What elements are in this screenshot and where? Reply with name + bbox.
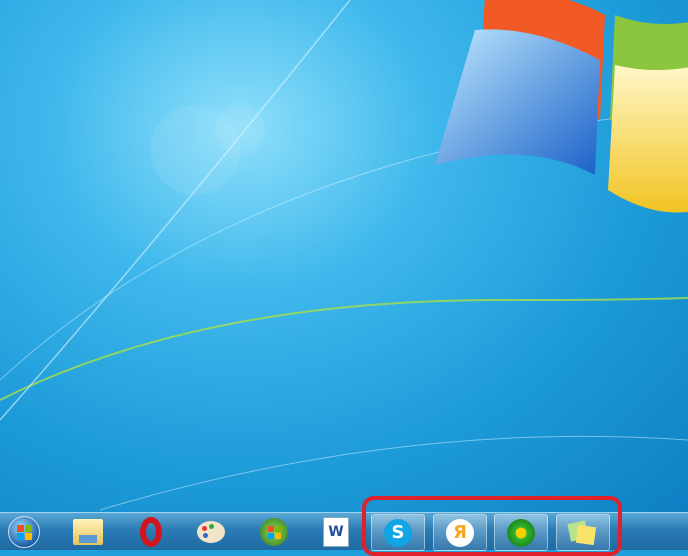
taskbar-media-center[interactable] bbox=[256, 515, 292, 549]
windows-logo bbox=[435, 0, 688, 213]
taskbar-paint[interactable] bbox=[193, 515, 229, 549]
highlight-rectangle bbox=[362, 496, 622, 556]
word-icon: W bbox=[323, 517, 349, 547]
palette-icon bbox=[197, 521, 225, 543]
folder-icon bbox=[73, 519, 103, 545]
taskbar-opera[interactable] bbox=[133, 515, 169, 549]
windows-media-icon bbox=[260, 518, 288, 546]
taskbar-word[interactable]: W bbox=[318, 515, 354, 549]
opera-icon bbox=[140, 517, 162, 547]
start-button[interactable] bbox=[6, 515, 42, 549]
windows-start-orb-icon bbox=[8, 516, 40, 548]
desktop-wallpaper bbox=[0, 0, 688, 512]
taskbar-explorer[interactable] bbox=[70, 515, 106, 549]
